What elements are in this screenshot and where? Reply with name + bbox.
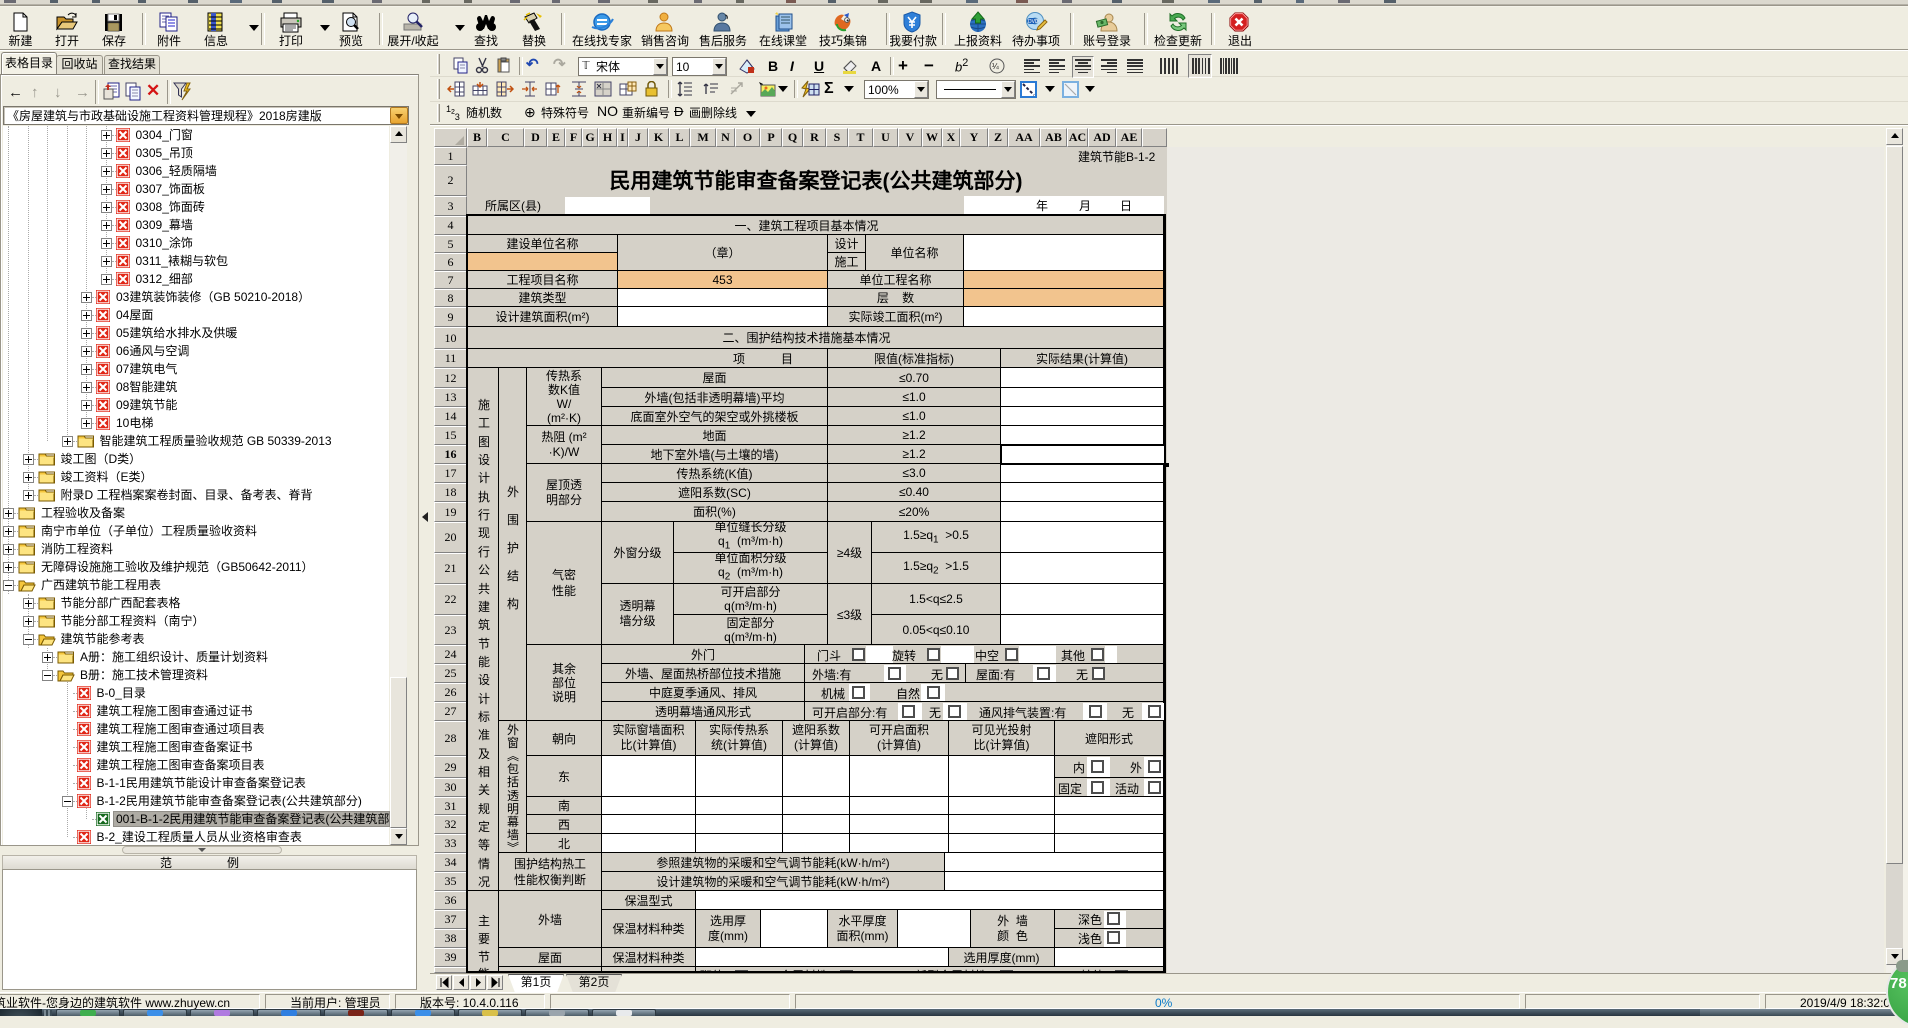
svg-text:DVD: DVD [1028, 19, 1039, 25]
svg-text:¼: ¼ [992, 62, 999, 71]
